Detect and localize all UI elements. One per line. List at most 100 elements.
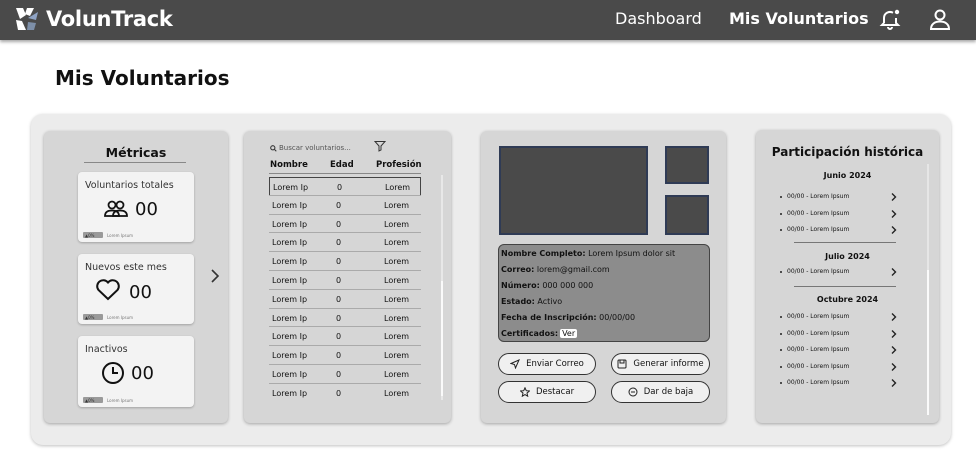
unsubscribe-label: Dar de baja (643, 387, 694, 397)
info-phone: Número: 000 000 000 (501, 281, 593, 290)
search-icon (270, 144, 277, 152)
row-divider (269, 270, 421, 271)
table-row[interactable]: Lorem Ip 0 Lorem (269, 177, 421, 196)
volunteer-photo-thumb[interactable] (665, 195, 709, 235)
history-item[interactable]: 00/00 - Lorem Ipsum (780, 311, 900, 325)
history-item[interactable]: 00/00 - Lorem Ipsum (780, 344, 900, 358)
volunteer-list-panel: Buscar voluntarios... Nombre Edad Profes… (244, 131, 451, 423)
metric-card-inactive[interactable]: Inactivos 00 ▲ 0% Lorem Ipsum (78, 336, 194, 407)
chevron-right-icon[interactable] (890, 329, 898, 339)
metric-card-new[interactable]: Nuevos este mes 00 ▲ 0% Lorem Ipsum (78, 254, 194, 324)
row-divider (269, 288, 421, 290)
dashboard-board: Métricas Voluntarios totales 00 ▲ 0% Lore… (31, 114, 951, 445)
metric-card-total[interactable]: Voluntarios totales 00 ▲ 0% Lorem Ipsum (78, 172, 194, 242)
header-divider (269, 173, 421, 174)
table-cell-profession: Lorem (384, 257, 410, 267)
table-cell-profession: Lorem (384, 200, 410, 210)
table-cell-name: Lorem Ip (272, 294, 308, 304)
table-cell-profession: Lorem (384, 219, 410, 229)
metric-footer: ▲ 0% Lorem Ipsum (83, 396, 133, 404)
history-item-label: 00/00 - Lorem Ipsum (787, 209, 850, 217)
history-item[interactable]: 00/00 - Lorem Ipsum (780, 224, 900, 238)
history-item[interactable]: 00/00 - Lorem Ipsum (780, 266, 900, 280)
chevron-right-icon[interactable] (890, 362, 898, 372)
table-row[interactable]: Lorem Ip 0 Lorem (269, 290, 421, 308)
column-header-name[interactable]: Nombre (270, 160, 308, 170)
table-row[interactable]: Lorem Ip 0 Lorem (269, 384, 421, 402)
table-row[interactable]: Lorem Ip 0 Lorem (269, 365, 421, 383)
history-item[interactable]: 00/00 - Lorem Ipsum (780, 328, 900, 342)
chevron-right-icon[interactable] (890, 312, 898, 322)
volunteer-photo-thumb[interactable] (665, 146, 709, 184)
table-cell-age: 0 (336, 332, 342, 342)
bell-icon[interactable] (878, 7, 902, 31)
table-row[interactable]: Lorem Ip 0 Lorem (269, 346, 421, 364)
chevron-right-icon[interactable] (890, 378, 898, 388)
history-item[interactable]: 00/00 - Lorem Ipsum (780, 191, 900, 205)
star-icon (519, 387, 530, 397)
unsubscribe-button[interactable]: Dar de baja (611, 381, 710, 403)
history-month-heading: Junio 2024 (823, 171, 872, 180)
generate-report-label: Generar informe (633, 359, 704, 369)
search-input[interactable]: Buscar voluntarios... (270, 141, 378, 155)
trend-badge-value: 0% (88, 397, 95, 403)
trend-badge: ▲ 0% (83, 397, 103, 403)
trend-badge-value: 0% (88, 314, 95, 320)
chevron-right-icon[interactable] (890, 209, 898, 219)
nav-my-volunteers-link[interactable]: Mis Voluntarios (729, 9, 869, 28)
bullet-dot (780, 196, 782, 198)
chevron-right-icon[interactable] (208, 267, 222, 285)
generate-report-button[interactable]: Generar informe (611, 353, 710, 375)
table-cell-age: 0 (336, 313, 342, 323)
chevron-right-icon[interactable] (890, 267, 898, 277)
user-icon[interactable] (928, 7, 952, 31)
row-divider (269, 326, 421, 328)
history-item[interactable]: 00/00 - Lorem Ipsum (780, 208, 900, 222)
trend-badge: ▲ 0% (83, 314, 103, 320)
history-divider (794, 242, 896, 243)
info-email: Correo: lorem@gmail.com (501, 265, 610, 274)
table-cell-name: Lorem Ip (272, 276, 308, 285)
column-header-profession[interactable]: Profesión (376, 160, 422, 170)
table-cell-age: 0 (336, 200, 342, 210)
table-cell-age: 0 (336, 238, 342, 248)
history-item-label: 00/00 - Lorem Ipsum (787, 193, 850, 200)
app-logo[interactable]: VolunTrack (14, 6, 173, 32)
chevron-right-icon[interactable] (890, 225, 898, 235)
table-cell-name: Lorem Ip (272, 238, 308, 248)
history-month-heading: Julio 2024 (825, 252, 870, 261)
chevron-right-icon[interactable] (890, 345, 898, 355)
metric-label: Nuevos este mes (85, 262, 167, 273)
highlight-button[interactable]: Destacar (498, 381, 596, 403)
filter-icon[interactable] (374, 140, 386, 152)
history-item[interactable]: 00/00 - Lorem Ipsum (780, 377, 900, 391)
list-scrollbar-thumb[interactable] (441, 281, 443, 396)
table-row[interactable]: Lorem Ip 0 Lorem (269, 215, 421, 233)
metric-label: Inactivos (85, 344, 128, 355)
table-cell-profession: Lorem (384, 388, 410, 398)
send-email-button[interactable]: Enviar Correo (498, 353, 596, 375)
table-cell-age: 0 (336, 351, 342, 361)
table-row[interactable]: Lorem Ip 0 Lorem (269, 309, 421, 327)
history-item[interactable]: 00/00 - Lorem Ipsum (780, 361, 900, 375)
info-label: Correo: (501, 265, 535, 274)
volunteer-detail-panel: Nombre Completo: Lorem Ipsum dolor sit C… (481, 131, 726, 423)
info-full-name: Nombre Completo: Lorem Ipsum dolor sit (501, 249, 675, 258)
table-cell-name: Lorem Ip (272, 257, 308, 267)
row-divider (269, 194, 421, 196)
column-header-age[interactable]: Edad (330, 160, 354, 170)
table-row[interactable]: Lorem Ip 0 Lorem (269, 327, 421, 345)
logo-icon (16, 8, 38, 30)
row-divider (269, 251, 421, 253)
metrics-divider (84, 162, 186, 163)
bullet-dot (780, 316, 782, 318)
chevron-right-icon[interactable] (890, 192, 898, 202)
metric-value: 00 (129, 282, 152, 303)
history-scrollbar-thumb[interactable] (927, 270, 929, 415)
nav-dashboard-link[interactable]: Dashboard (615, 9, 702, 28)
table-row[interactable]: Lorem Ip 0 Lorem (269, 252, 421, 270)
table-row[interactable]: Lorem Ip 0 Lorem (269, 233, 421, 251)
view-certificates-button[interactable]: Ver (560, 329, 578, 338)
table-row[interactable]: Lorem Ip 0 Lorem (269, 196, 421, 214)
table-row[interactable]: Lorem Ip 0 Lorem (269, 271, 421, 289)
